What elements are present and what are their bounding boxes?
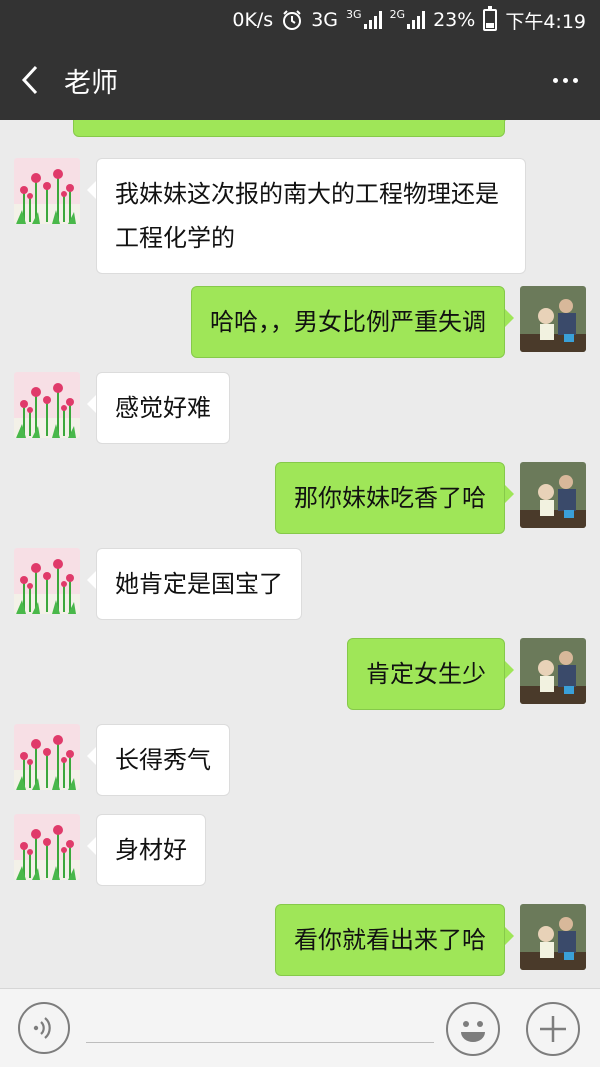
outgoing-message-bubble[interactable]: 哈哈，，男女比例严重失调 xyxy=(191,286,514,358)
back-button[interactable] xyxy=(0,40,60,120)
voice-button[interactable] xyxy=(18,1002,70,1054)
message-text: 我妹妹这次报的南大的工程物理还是工程化学的 xyxy=(115,180,499,252)
incoming-message-bubble[interactable]: 她肯定是国宝了 xyxy=(87,548,302,620)
more-options-button[interactable] xyxy=(530,40,600,120)
teacher-avatar[interactable] xyxy=(520,904,586,970)
message-text: 她肯定是国宝了 xyxy=(115,570,283,598)
teacher-avatar[interactable] xyxy=(520,286,586,352)
network-type: 3G xyxy=(311,9,339,31)
status-bar: 0K/s 3G 3G 2G 23% 下午4:19 xyxy=(0,0,600,40)
message-text: 长得秀气 xyxy=(115,746,211,774)
alarm-icon xyxy=(281,9,303,31)
teacher-avatar[interactable] xyxy=(520,462,586,528)
incoming-message-bubble[interactable]: 感觉好难 xyxy=(87,372,230,444)
more-actions-button[interactable] xyxy=(526,1002,580,1056)
contact-avatar[interactable] xyxy=(14,158,80,224)
plus-icon xyxy=(540,1016,566,1042)
teacher-avatar[interactable] xyxy=(520,638,586,704)
network-speed: 0K/s xyxy=(232,9,274,31)
input-bar xyxy=(0,988,600,1067)
more-dot-icon xyxy=(572,77,578,83)
chevron-left-icon xyxy=(21,65,38,95)
message-input[interactable] xyxy=(86,1011,434,1043)
message-bubble-partial[interactable] xyxy=(73,120,514,137)
message-text: 感觉好难 xyxy=(115,394,211,422)
outgoing-message-bubble[interactable]: 那你妹妹吃香了哈 xyxy=(275,462,514,534)
message-text: 看你就看出来了哈 xyxy=(294,926,486,954)
battery-icon xyxy=(483,6,498,31)
chat-title: 老师 xyxy=(64,67,118,99)
clock: 下午4:19 xyxy=(505,10,586,33)
incoming-message-bubble[interactable]: 长得秀气 xyxy=(87,724,230,796)
outgoing-message-bubble[interactable]: 肯定女生少 xyxy=(347,638,514,710)
message-text: 哈哈，，男女比例严重失调 xyxy=(210,308,486,336)
outgoing-message-bubble[interactable]: 看你就看出来了哈 xyxy=(275,904,514,976)
network-type-small: 2G xyxy=(389,7,406,21)
incoming-message-bubble[interactable]: 我妹妹这次报的南大的工程物理还是工程化学的 xyxy=(87,158,526,274)
emoji-button[interactable] xyxy=(446,1002,500,1056)
voice-icon xyxy=(33,1017,51,1039)
contact-avatar[interactable] xyxy=(14,548,80,614)
message-list[interactable]: 我妹妹这次报的南大的工程物理还是工程化学的 哈哈，，男女比例严重失调 感觉好难 … xyxy=(0,120,600,988)
incoming-message-bubble[interactable]: 身材好 xyxy=(87,814,206,886)
signal-icon xyxy=(407,11,426,29)
network-type-small: 3G xyxy=(346,7,362,21)
contact-avatar[interactable] xyxy=(14,724,80,790)
emoji-icon xyxy=(461,1021,485,1042)
signal-icon xyxy=(363,11,382,29)
message-text: 那你妹妹吃香了哈 xyxy=(294,484,486,512)
message-text: 肯定女生少 xyxy=(366,660,486,688)
message-text: 身材好 xyxy=(115,836,187,864)
chat-header: 老师 xyxy=(0,40,600,120)
contact-avatar[interactable] xyxy=(14,372,80,438)
more-dot-icon xyxy=(562,77,568,83)
contact-avatar[interactable] xyxy=(14,814,80,880)
battery-percent: 23% xyxy=(433,9,476,31)
more-dot-icon xyxy=(552,77,558,83)
